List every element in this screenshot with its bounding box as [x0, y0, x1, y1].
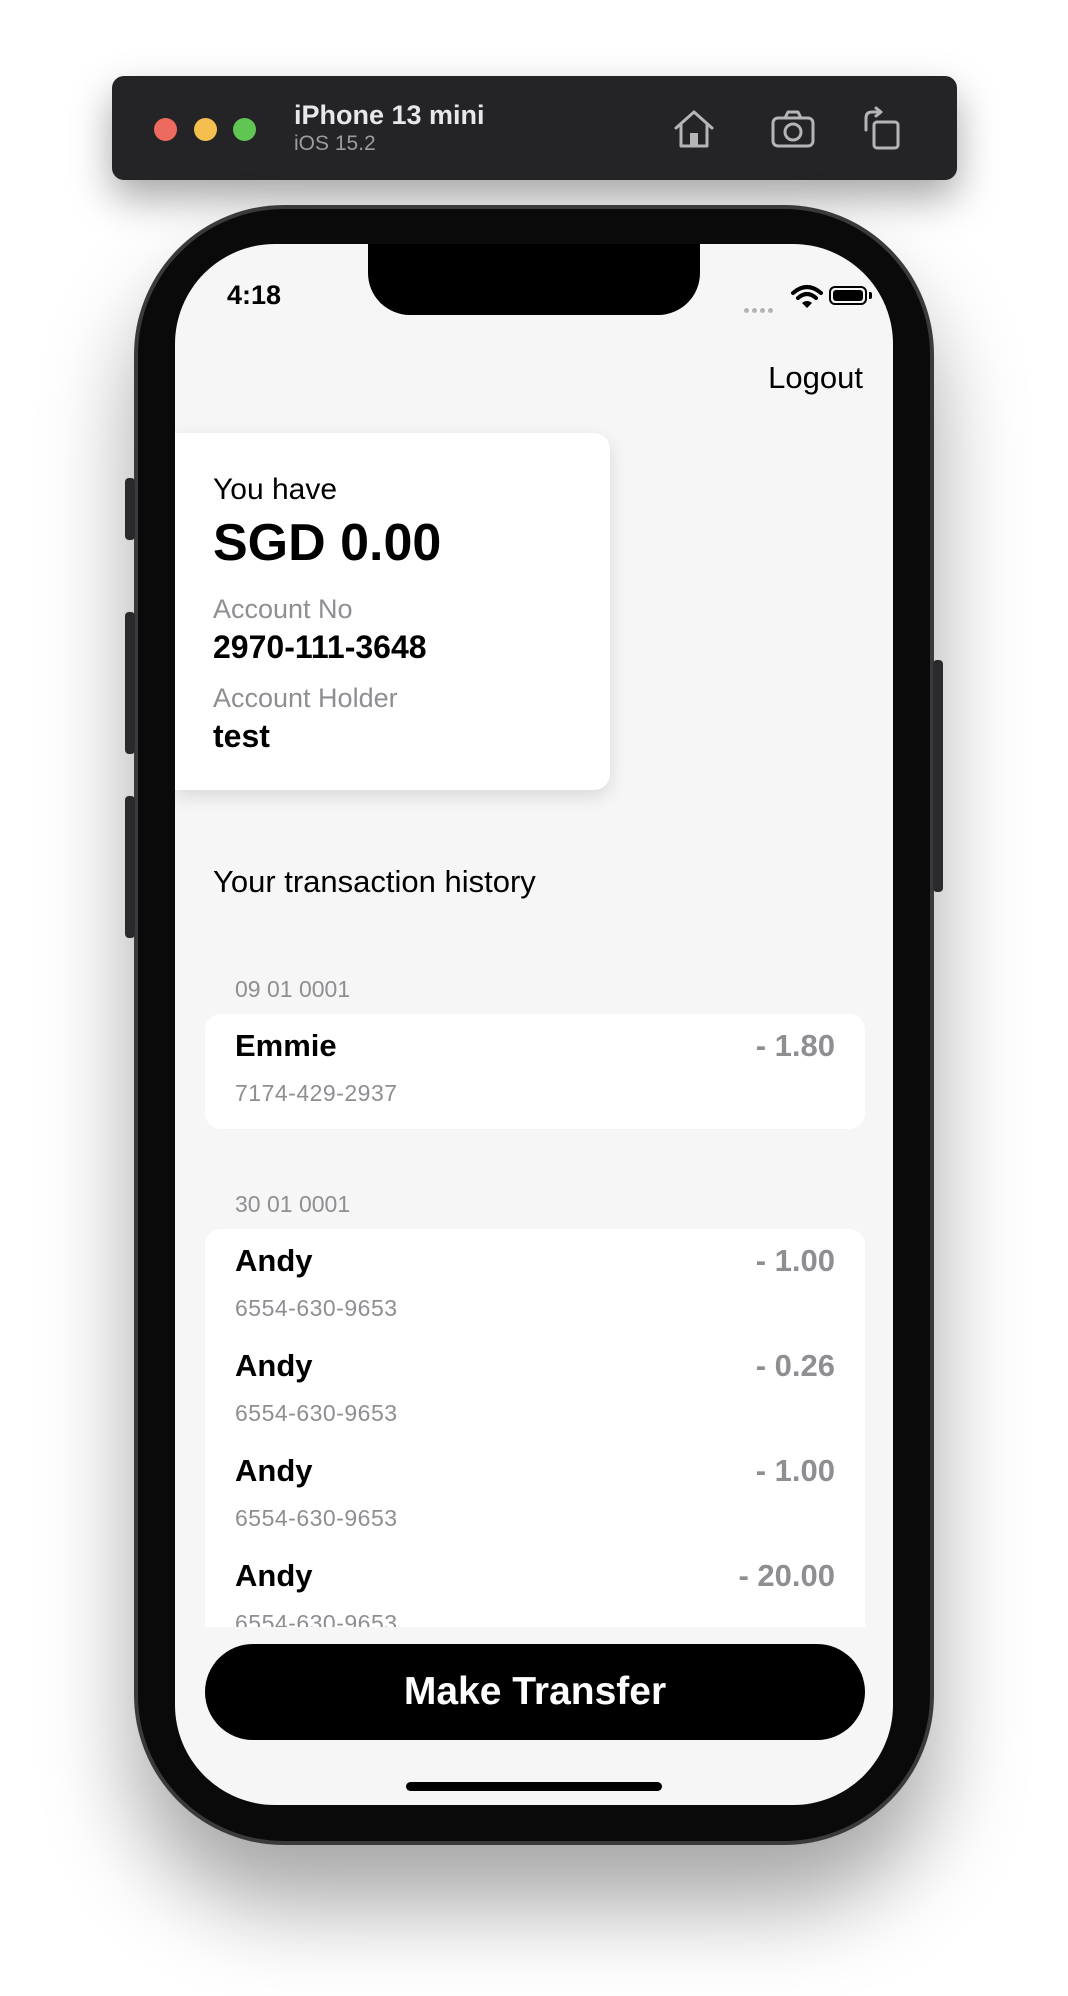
transaction-account: 6554-630-9653: [235, 1400, 398, 1426]
zoom-window-button[interactable]: [233, 118, 256, 141]
transaction-row[interactable]: Andy 6554-630-9653 - 20.00: [205, 1554, 865, 1627]
transaction-amount: - 1.00: [755, 1243, 835, 1278]
balance-heading: You have: [213, 473, 338, 506]
transaction-name: Emmie: [235, 1028, 337, 1063]
transaction-row[interactable]: Andy 6554-630-9653 - 1.00: [205, 1449, 865, 1554]
volume-down-button: [125, 796, 135, 938]
minimize-window-button[interactable]: [194, 118, 217, 141]
transaction-history-title: Your transaction history: [213, 864, 536, 899]
simulator-toolbar: iPhone 13 mini iOS 15.2: [112, 76, 957, 180]
transaction-group: Emmie 7174-429-2937 - 1.80: [205, 1014, 865, 1129]
home-indicator[interactable]: [406, 1782, 662, 1791]
home-icon[interactable]: [670, 106, 718, 152]
transaction-group: Andy 6554-630-9653 - 1.00 Andy 6554-630-…: [205, 1229, 865, 1627]
transaction-name: Andy: [235, 1243, 313, 1278]
transaction-amount: - 1.80: [755, 1028, 835, 1063]
group-date: 09 01 0001: [235, 976, 351, 1002]
account-holder-value: test: [213, 718, 270, 754]
account-no-label: Account No: [213, 594, 353, 624]
transaction-account: 6554-630-9653: [235, 1295, 398, 1321]
transaction-amount: - 0.26: [755, 1348, 835, 1383]
volume-up-button: [125, 612, 135, 754]
signal-dots-icon: [744, 300, 776, 318]
transaction-account: 7174-429-2937: [235, 1080, 398, 1106]
transaction-name: Andy: [235, 1348, 313, 1383]
simulator-device-name: iPhone 13 mini: [294, 100, 485, 130]
transaction-amount: - 1.00: [755, 1453, 835, 1488]
logout-button[interactable]: Logout: [768, 360, 863, 396]
account-holder-label: Account Holder: [213, 683, 398, 713]
make-transfer-button[interactable]: Make Transfer: [205, 1644, 865, 1740]
simulator-os-version: iOS 15.2: [294, 132, 376, 155]
transaction-name: Andy: [235, 1558, 313, 1593]
transaction-account: 6554-630-9653: [235, 1505, 398, 1531]
transaction-amount: - 20.00: [738, 1558, 835, 1593]
transaction-name: Andy: [235, 1453, 313, 1488]
status-time: 4:18: [227, 280, 282, 310]
account-no-value: 2970-111-3648: [213, 629, 427, 665]
transaction-row[interactable]: Andy 6554-630-9653 - 0.26: [205, 1344, 865, 1449]
mute-switch: [125, 478, 135, 540]
close-window-button[interactable]: [154, 118, 177, 141]
transaction-row[interactable]: Andy 6554-630-9653 - 1.00: [205, 1239, 865, 1344]
battery-icon: [829, 286, 867, 305]
wifi-icon: [790, 284, 824, 310]
battery-tip: [869, 292, 872, 299]
transaction-list[interactable]: 09 01 0001 Emmie 7174-429-2937 - 1.80 30…: [205, 964, 865, 1627]
group-date: 30 01 0001: [235, 1191, 351, 1217]
balance-amount: SGD 0.00: [213, 514, 442, 572]
screenshot-icon[interactable]: [769, 106, 817, 152]
phone-screen: 4:18 Logout You have SGD 0.00 Account No…: [175, 244, 893, 1805]
notch: [368, 244, 700, 315]
balance-card: You have SGD 0.00 Account No 2970-111-36…: [175, 433, 610, 790]
transaction-row[interactable]: Emmie 7174-429-2937 - 1.80: [205, 1024, 865, 1129]
transaction-account: 6554-630-9653: [235, 1610, 398, 1627]
power-button: [933, 660, 943, 892]
rotate-icon[interactable]: [858, 106, 906, 152]
